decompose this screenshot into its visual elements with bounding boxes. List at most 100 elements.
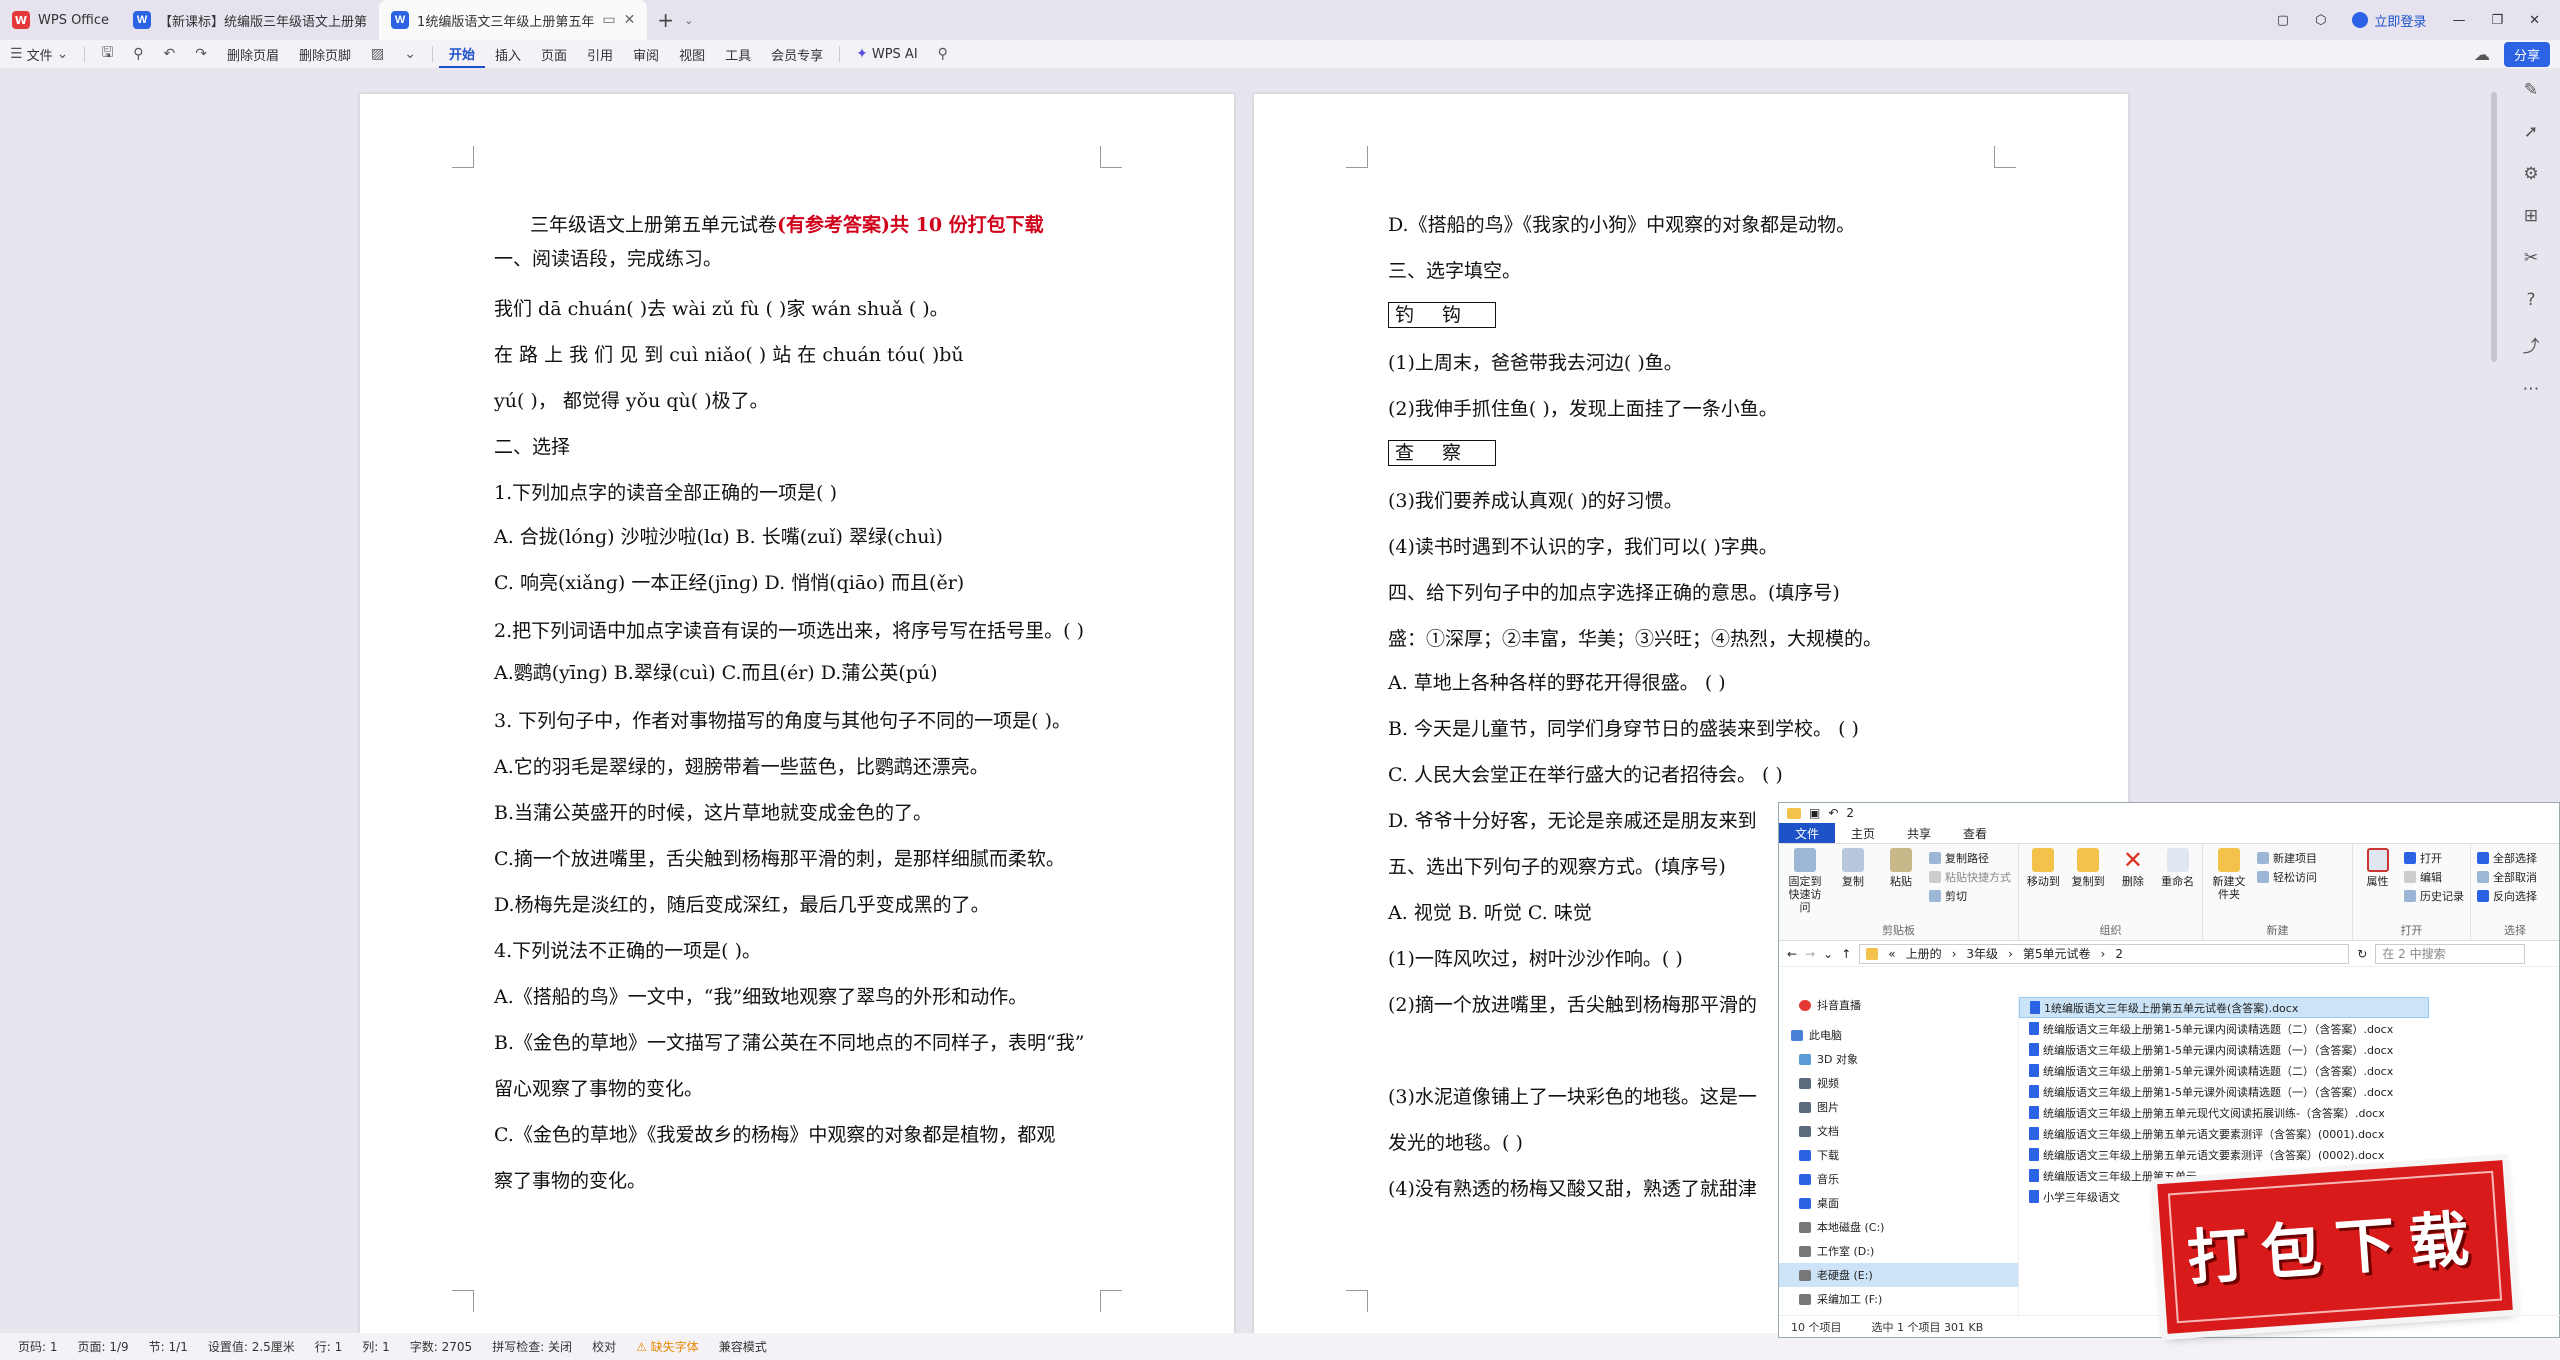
status-section[interactable]: 节: 1/1 (149, 1338, 188, 1355)
pen-icon[interactable]: ✎ (2524, 80, 2538, 100)
file-item-selected[interactable]: 1统编版语文三年级上册第五单元试卷(含答案).docx (2019, 997, 2429, 1018)
status-compat[interactable]: 兼容模式 (719, 1338, 767, 1355)
tab-wps-office[interactable]: W WPS Office (0, 0, 121, 40)
explorer-tab-file[interactable]: 文件 (1779, 823, 1836, 843)
status-row[interactable]: 行: 1 (315, 1338, 343, 1355)
status-setting[interactable]: 设置值: 2.5厘米 (208, 1338, 295, 1355)
doc-line[interactable]: A. 合拢(lónɡ) 沙啦沙啦(lɑ) B. 长嘴(zuǐ) 翠绿(chuì) (494, 522, 943, 549)
cursor-icon[interactable]: ➚ (2524, 122, 2538, 142)
nav-item[interactable]: 文档 (1779, 1119, 2018, 1143)
nav-item[interactable]: 下载 (1779, 1143, 2018, 1167)
doc-title[interactable]: 三年级语文上册第五单元试卷(有参考答案)共 10 份打包下载 (530, 210, 1044, 237)
doc-line[interactable]: 三、选字填空。 (1388, 256, 1521, 283)
tab-doc-2-active[interactable]: W 1统编版语文三年级上册第五年 ▭ ✕ (379, 0, 648, 40)
doc-line[interactable]: (3)我们要养成认真观( )的好习惯。 (1388, 486, 1683, 513)
menu-insert[interactable]: 插入 (485, 40, 531, 68)
format-icon[interactable]: ⊞ (2524, 206, 2538, 226)
file-item[interactable]: 统编版语文三年级上册第1-5单元课内阅读精选题（二）（含答案）.docx (2019, 1018, 2560, 1039)
doc-line[interactable]: A.它的羽毛是翠绿的，翅膀带着一些蓝色，比鹦鹉还漂亮。 (494, 752, 989, 779)
doc-line[interactable]: 二、选择 (494, 432, 570, 459)
easy-access-button[interactable]: 轻松访问 (2257, 869, 2317, 885)
doc-line[interactable]: C.《金色的草地》《我爱故乡的杨梅》中观察的对象都是植物，都观 (494, 1120, 1055, 1147)
restore-icon[interactable]: ❐ (2491, 13, 2503, 28)
redo-icon[interactable]: ↷ (185, 40, 217, 68)
back-icon[interactable]: ← (1787, 947, 1797, 961)
breadcrumb-overflow[interactable]: « (1888, 947, 1895, 961)
copy-button[interactable]: 复制 (1833, 848, 1873, 920)
explorer-tab-home[interactable]: 主页 (1835, 823, 1891, 843)
doc-line[interactable]: (2)我伸手抓住鱼( )，发现上面挂了一条小鱼。 (1388, 394, 1778, 421)
nav-item[interactable]: 图片 (1779, 1095, 2018, 1119)
pin-button[interactable]: 固定到快速访问 (1785, 848, 1825, 920)
edit-button[interactable]: 编辑 (2404, 869, 2464, 885)
delete-button[interactable]: ✕ 删除 (2115, 848, 2152, 920)
minimize-icon[interactable]: — (2452, 13, 2465, 28)
nav-item-selected[interactable]: 老硬盘 (E:) (1779, 1263, 2018, 1287)
chevron-down-icon[interactable]: ⌄ (684, 14, 693, 27)
find-icon[interactable]: ⚲ (123, 40, 153, 68)
menu-view[interactable]: 视图 (669, 40, 715, 68)
doc-line[interactable]: 察了事物的变化。 (494, 1166, 646, 1193)
breadcrumb[interactable]: 第5单元试卷 (2023, 945, 2091, 962)
share-button[interactable]: 分享 (2503, 41, 2550, 67)
doc-line[interactable]: 一、阅读语段，完成练习。 (494, 244, 722, 271)
search-box[interactable]: 在 2 中搜索 (2375, 943, 2526, 964)
doc-line[interactable]: A.《搭船的鸟》一文中，“我”细致地观察了翠鸟的外形和动作。 (494, 982, 1027, 1009)
doc-line[interactable]: A. 草地上各种各样的野花开得很盛。 ( ) (1388, 668, 1726, 695)
share-icon[interactable]: ⤴ (2523, 332, 2540, 357)
doc-line[interactable]: A.鹦鹉(yīnɡ) B.翠绿(cuì) C.而且(ér) D.蒲公英(pú) (494, 658, 938, 685)
nav-item[interactable]: 采编加工 (F:) (1779, 1287, 2018, 1311)
doc-line[interactable]: 2.把下列词语中加点字读音有误的一项选出来，将序号写在括号里。( ) (494, 616, 1084, 643)
doc-line[interactable]: B.《金色的草地》一文描写了蒲公英在不同地点的不同样子，表明“我” (494, 1028, 1084, 1055)
doc-line[interactable]: (4)读书时遇到不认识的字，我们可以( )字典。 (1388, 532, 1778, 559)
copy-path-button[interactable]: 复制路径 (1929, 850, 2011, 866)
doc-line[interactable]: (3)水泥道像铺上了一块彩色的地毯。这是一 (1388, 1082, 1757, 1109)
doc-line[interactable]: 盛：①深厚；②丰富，华美；③兴旺；④热烈，大规模的。 (1388, 624, 1882, 651)
boxed-chars[interactable]: 查察 (1388, 438, 1497, 466)
new-item-button[interactable]: 新建项目 (2257, 850, 2317, 866)
status-proof[interactable]: 校对 (592, 1338, 616, 1355)
rename-button[interactable]: 重命名 (2159, 848, 2196, 920)
breadcrumb[interactable]: 上册的 (1906, 945, 1942, 962)
cube-icon[interactable]: ⬡ (2315, 13, 2326, 28)
doc-line[interactable]: B. 今天是儿童节，同学们身穿节日的盛装来到学校。 ( ) (1388, 714, 1859, 741)
font-missing-status[interactable]: ⚠ 缺失字体 (636, 1338, 699, 1355)
file-item[interactable]: 统编版语文三年级上册第五单元现代文阅读拓展训练-（含答案）.docx (2019, 1102, 2560, 1123)
breadcrumb[interactable]: 2 (2115, 947, 2123, 961)
help-icon[interactable]: ? (2526, 290, 2535, 310)
doc-line[interactable]: D.《搭船的鸟》《我家的小狗》中观察的对象都是动物。 (1388, 210, 1855, 237)
doc-line[interactable]: (1)上周末，爸爸带我去河边( )鱼。 (1388, 348, 1683, 375)
download-package-banner[interactable]: 打包下载 (2157, 1160, 2513, 1334)
doc-line[interactable]: C. 响亮(xiǎnɡ) 一本正经(jīnɡ) D. 悄悄(qiāo) 而且(ě… (494, 568, 964, 595)
doc-line[interactable]: (2)摘一个放进嘴里，舌尖触到杨梅那平滑的 (1388, 990, 1757, 1017)
nav-item[interactable]: 本地磁盘 (C:) (1779, 1215, 2018, 1239)
doc-line[interactable]: 我们 dā chuán( )去 wài zǔ fù ( )家 wán shuǎ … (494, 294, 949, 321)
doc-line[interactable]: 发光的地毯。( ) (1388, 1128, 1523, 1155)
scroll-thumb[interactable] (2491, 92, 2497, 362)
image-icon[interactable]: ▨ (361, 40, 394, 68)
doc-line[interactable]: 四、给下列句子中的加点字选择正确的意思。(填序号) (1388, 578, 1840, 605)
new-folder-button[interactable]: 新建文件夹 (2209, 848, 2249, 920)
status-col[interactable]: 列: 1 (362, 1338, 390, 1355)
doc-line[interactable]: C. 人民大会堂正在举行盛大的记者招待会。 ( ) (1388, 760, 1783, 787)
up-icon[interactable]: ↑ (1841, 947, 1851, 961)
menu-page[interactable]: 页面 (531, 40, 577, 68)
paste-shortcut-button[interactable]: 粘贴快捷方式 (1929, 869, 2011, 885)
properties-button[interactable]: 属性 (2359, 848, 2396, 920)
doc-line[interactable]: B.当蒲公英盛开的时候，这片草地就变成金色的了。 (494, 798, 932, 825)
more-icon[interactable]: ⋯ (2523, 379, 2540, 399)
doc-line[interactable]: (1)一阵风吹过，树叶沙沙作响。( ) (1388, 944, 1683, 971)
doc-line[interactable]: A. 视觉 B. 听觉 C. 味觉 (1388, 898, 1592, 925)
tools-icon[interactable]: ✂ (2524, 248, 2538, 268)
monitor-icon[interactable]: ▭ (602, 12, 615, 28)
doc-line[interactable]: D. 爷爷十分好客，无论是亲戚还是朋友来到 (1388, 806, 1757, 833)
status-spell[interactable]: 拼写检查: 关闭 (492, 1338, 572, 1355)
layout-icon[interactable]: ▢ (2277, 13, 2289, 28)
forward-icon[interactable]: → (1805, 947, 1815, 961)
explorer-tab-share[interactable]: 共享 (1891, 823, 1947, 843)
select-none-button[interactable]: 全部取消 (2477, 869, 2537, 885)
paste-button[interactable]: 粘贴 (1881, 848, 1921, 920)
doc-line[interactable]: 五、选出下列句子的观察方式。(填序号) (1388, 852, 1726, 879)
quick-access-icon[interactable]: ▣ (1809, 806, 1820, 820)
file-menu[interactable]: ☰ 文件 ⌄ (0, 40, 78, 68)
